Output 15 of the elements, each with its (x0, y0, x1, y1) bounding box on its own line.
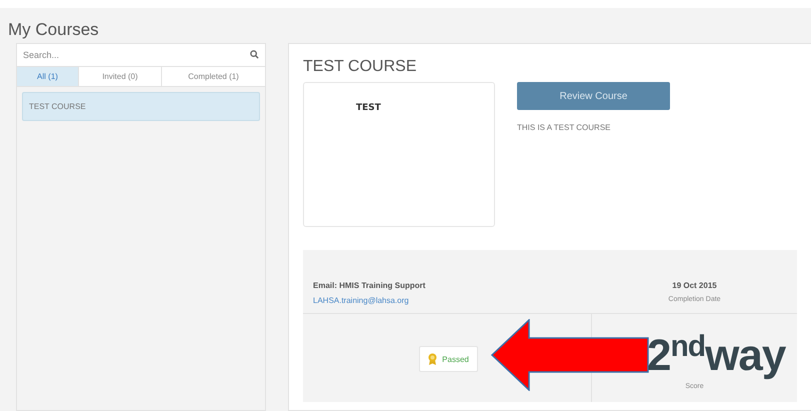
page-title: My Courses (8, 19, 100, 41)
award-icon (428, 353, 438, 365)
review-course-button[interactable]: Review Course (517, 82, 670, 110)
search-icon (250, 50, 259, 59)
email-link[interactable]: LAHSA.training@lahsa.org (313, 296, 592, 305)
course-list-item[interactable]: TEST COURSE (22, 92, 260, 121)
status-text: Passed (442, 354, 469, 364)
filter-tab[interactable]: All (1) (17, 67, 79, 86)
search-field[interactable]: Search... (17, 44, 265, 66)
course-description: THIS IS A TEST COURSE (517, 123, 612, 132)
contact-label: Email: HMIS Training Support (313, 281, 426, 290)
completion-date: 19 Oct 2015 (672, 281, 717, 290)
annotation-text: 2$^{nd}$way (647, 332, 786, 378)
thumbnail-text: TEST (356, 103, 381, 113)
course-title: TEST COURSE (303, 58, 418, 77)
